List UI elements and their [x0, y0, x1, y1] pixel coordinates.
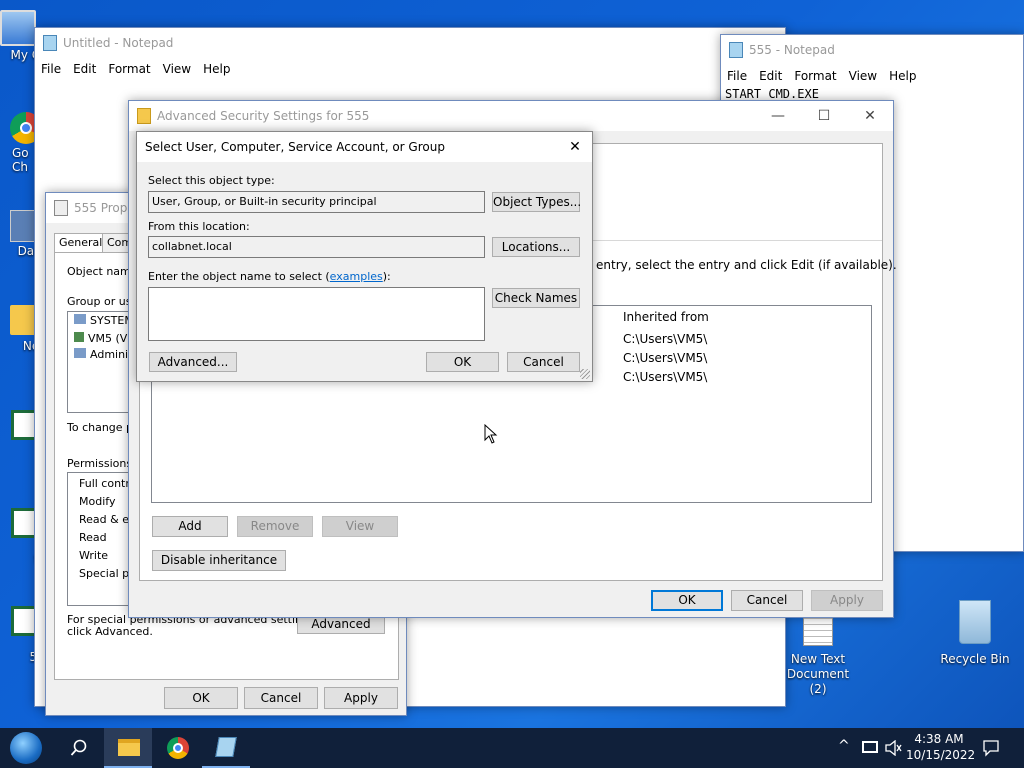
properties-cancel-button[interactable]: Cancel — [244, 687, 318, 709]
object-type-field: User, Group, or Built-in security princi… — [148, 191, 485, 213]
click-advanced-text: click Advanced. — [67, 625, 153, 638]
computer-icon — [0, 10, 36, 46]
notepad-untitled-titlebar[interactable]: Untitled - Notepad — [35, 28, 785, 58]
clock-date: 10/15/2022 — [906, 748, 976, 762]
windows-logo-icon — [10, 732, 42, 764]
desktop-icon-recycle-bin[interactable]: Recycle Bin — [935, 600, 1015, 666]
notepad-555-menubar: File Edit Format View Help — [721, 65, 1023, 87]
object-type-label: Select this object type: — [148, 174, 275, 187]
dialog-title: Select User, Computer, Service Account, … — [145, 140, 445, 154]
tray-overflow-chevron[interactable]: ^ — [838, 738, 850, 754]
menu-format[interactable]: Format — [102, 58, 156, 80]
select-advanced-button[interactable]: Advanced... — [149, 352, 237, 372]
add-button[interactable]: Add — [152, 516, 228, 537]
location-field: collabnet.local — [148, 236, 485, 258]
file-explorer-icon — [118, 739, 140, 756]
properties-ok-button[interactable]: OK — [164, 687, 238, 709]
close-icon[interactable]: ✕ — [555, 132, 595, 162]
window-title: Advanced Security Settings for 555 — [157, 109, 370, 123]
permission-item: Write — [79, 549, 109, 562]
advanced-security-apply-button[interactable]: Apply — [811, 590, 883, 611]
user-group-icon — [74, 314, 86, 324]
permission-item: Modify — [79, 495, 116, 508]
disable-inheritance-button[interactable]: Disable inheritance — [152, 550, 286, 571]
check-names-button[interactable]: Check Names — [492, 288, 580, 308]
menu-help[interactable]: Help — [883, 65, 922, 87]
menu-file[interactable]: File — [35, 58, 67, 80]
menu-view[interactable]: View — [843, 65, 883, 87]
search-button[interactable] — [54, 728, 102, 768]
notepad-content: START CMD.EXE — [725, 87, 819, 101]
folder-icon — [137, 108, 151, 124]
window-title: 555 - Notepad — [749, 43, 835, 57]
close-icon[interactable]: ✕ — [847, 101, 893, 131]
properties-icon — [54, 200, 68, 216]
tab-general[interactable]: General — [54, 233, 108, 253]
resize-grip-icon[interactable] — [580, 369, 590, 379]
taskbar-chrome[interactable] — [154, 728, 202, 768]
table-row[interactable]: C:\Users\VM5\ — [623, 351, 707, 365]
select-user-dialog[interactable]: Select User, Computer, Service Account, … — [136, 131, 593, 382]
notepad-555-titlebar[interactable]: 555 - Notepad — [721, 35, 1023, 65]
view-button[interactable]: View — [322, 516, 398, 537]
taskbar: ^ 4:38 AM 10/15/2022 — [0, 728, 1024, 768]
desktop-icon-label: Go Ch — [12, 146, 29, 174]
menu-format[interactable]: Format — [788, 65, 842, 87]
select-cancel-button[interactable]: Cancel — [507, 352, 580, 372]
chrome-icon — [167, 737, 189, 759]
advanced-security-ok-button[interactable]: OK — [651, 590, 723, 611]
network-icon[interactable] — [862, 741, 878, 753]
object-name-input[interactable] — [148, 287, 485, 341]
remove-button[interactable]: Remove — [237, 516, 313, 537]
menu-edit[interactable]: Edit — [753, 65, 788, 87]
enter-object-name-label: Enter the object name to select (example… — [148, 270, 391, 283]
notifications-icon[interactable] — [982, 739, 1000, 757]
volume-icon[interactable] — [884, 740, 902, 756]
menu-view[interactable]: View — [157, 58, 197, 80]
window-title: Untitled - Notepad — [63, 36, 174, 50]
properties-apply-button[interactable]: Apply — [324, 687, 398, 709]
permission-item: Read — [79, 531, 107, 544]
table-row[interactable]: C:\Users\VM5\ — [623, 370, 707, 384]
minimize-icon[interactable]: — — [755, 101, 801, 131]
notepad-icon — [43, 35, 57, 51]
menu-edit[interactable]: Edit — [67, 58, 102, 80]
search-icon — [70, 739, 87, 756]
clock[interactable]: 4:38 AM 10/15/2022 — [906, 731, 976, 763]
desktop-icon-label: New Text Document (2) — [786, 652, 850, 696]
object-types-button[interactable]: Object Types... — [492, 192, 581, 212]
locations-button[interactable]: Locations... — [492, 237, 580, 257]
advanced-security-cancel-button[interactable]: Cancel — [731, 590, 803, 611]
clock-time: 4:38 AM — [914, 732, 964, 746]
menu-help[interactable]: Help — [197, 58, 236, 80]
user-icon — [74, 332, 84, 342]
notepad-icon — [215, 737, 237, 757]
recycle-bin-icon — [959, 600, 991, 644]
user-group-icon — [74, 348, 86, 358]
select-ok-button[interactable]: OK — [426, 352, 499, 372]
notepad-untitled-menubar: File Edit Format View Help — [35, 58, 785, 80]
examples-link[interactable]: examples — [330, 270, 383, 283]
start-button[interactable] — [2, 728, 50, 768]
notepad-icon — [729, 42, 743, 58]
taskbar-file-explorer[interactable] — [104, 728, 152, 768]
menu-file[interactable]: File — [721, 65, 753, 87]
desktop-icon-label: Recycle Bin — [940, 652, 1010, 666]
mouse-cursor-icon — [484, 424, 498, 444]
advanced-security-titlebar[interactable]: Advanced Security Settings for 555 — ☐ ✕ — [129, 101, 893, 131]
info-text: entry, select the entry and click Edit (… — [596, 258, 897, 272]
desktop-icon-new-text-document[interactable]: New Text Document (2) — [778, 612, 858, 697]
maximize-icon[interactable]: ☐ — [801, 101, 847, 131]
list-item[interactable]: SYSTEM — [74, 314, 134, 327]
table-row[interactable]: C:\Users\VM5\ — [623, 332, 707, 346]
column-header-inherited-from[interactable]: Inherited from — [623, 310, 709, 324]
taskbar-notepad[interactable] — [202, 728, 250, 768]
location-label: From this location: — [148, 220, 250, 233]
select-user-titlebar[interactable]: Select User, Computer, Service Account, … — [137, 132, 592, 162]
